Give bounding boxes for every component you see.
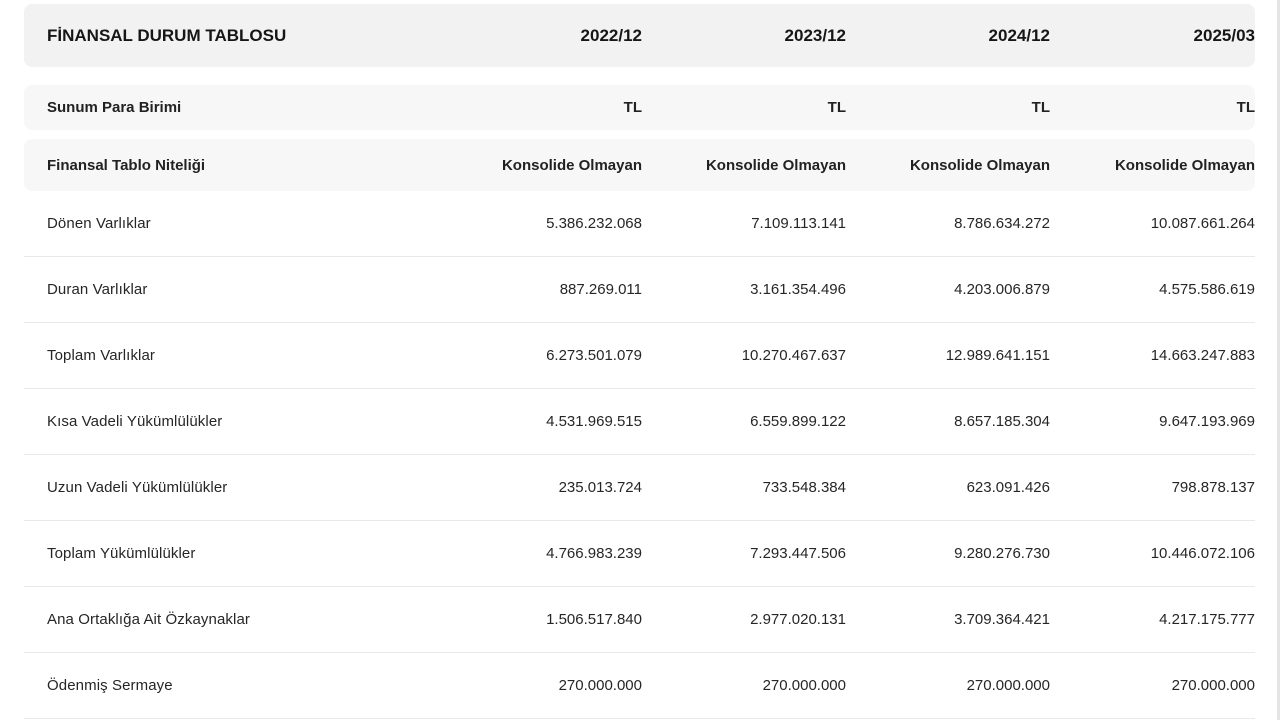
period-header-2022-12[interactable]: 2022/12 — [436, 26, 642, 46]
statement-nature-value: Konsolide Olmayan — [705, 156, 846, 174]
table-header: FİNANSAL DURUM TABLOSU 2022/12 2023/12 2… — [24, 4, 1255, 67]
table-row: Ödenmiş Sermaye 270.000.000 270.000.000 270… — [24, 653, 1255, 719]
row-value: 887.269.011 — [559, 281, 642, 298]
row-label: Uzun Vadeli Yükümlülükler — [47, 479, 228, 496]
row-value: 6.559.899.122 — [750, 413, 846, 430]
row-value: 623.091.426 — [966, 479, 1050, 496]
row-value: 798.878.137 — [1171, 479, 1255, 496]
statement-nature-label: Finansal Tablo Niteliği — [47, 156, 206, 174]
currency-value: TL — [1031, 99, 1050, 116]
table-title: FİNANSAL DURUM TABLOSU — [47, 25, 287, 45]
table-body: Dönen Varlıklar 5.386.232.068 7.109.113.14… — [24, 191, 1255, 719]
row-label: Ana Ortaklığa Ait Özkaynaklar — [47, 611, 250, 628]
row-label: Toplam Varlıklar — [47, 347, 156, 364]
statement-nature-value: Konsolide Olmayan — [909, 156, 1050, 174]
row-value: 14.663.247.883 — [1150, 347, 1255, 364]
row-value: 8.786.634.272 — [954, 215, 1050, 232]
currency-row-label: Sunum Para Birimi — [47, 99, 182, 116]
row-value: 2.977.020.131 — [750, 611, 846, 628]
currency-value: TL — [623, 99, 642, 116]
row-value: 270.000.000 — [762, 677, 846, 694]
table-row: Ana Ortaklığa Ait Özkaynaklar 1.506.517.8… — [24, 587, 1255, 653]
statement-nature-value: Konsolide Olmayan — [501, 156, 642, 174]
financial-statement-table: FİNANSAL DURUM TABLOSU 2022/12 2023/12 2… — [24, 0, 1255, 719]
row-label: Toplam Yükümlülükler — [47, 545, 196, 562]
row-value: 3.161.354.496 — [750, 281, 846, 298]
period-header-2023-12[interactable]: 2023/12 — [642, 26, 846, 46]
row-value: 6.273.501.079 — [546, 347, 642, 364]
row-value: 733.548.384 — [762, 479, 846, 496]
currency-value: TL — [1236, 99, 1255, 116]
row-value: 4.575.586.619 — [1159, 281, 1255, 298]
row-value: 9.647.193.969 — [1159, 413, 1255, 430]
table-row: Toplam Yükümlülükler 4.766.983.239 7.293.4… — [24, 521, 1255, 587]
statement-nature-value: Konsolide Olmayan — [1114, 156, 1255, 174]
row-value: 270.000.000 — [558, 677, 642, 694]
statement-nature-row: Finansal Tablo Niteliği Konsolide Olmaya… — [24, 139, 1255, 191]
row-label: Duran Varlıklar — [47, 281, 148, 298]
row-value: 270.000.000 — [1171, 677, 1255, 694]
period-header-2025-03[interactable]: 2025/03 — [1050, 26, 1255, 46]
currency-value: TL — [827, 99, 846, 116]
table-row: Duran Varlıklar 887.269.011 3.161.354.496 4… — [24, 257, 1255, 323]
row-value: 10.270.467.637 — [741, 347, 846, 364]
row-value: 9.280.276.730 — [954, 545, 1050, 562]
row-value: 4.531.969.515 — [546, 413, 642, 430]
row-value: 12.989.641.151 — [945, 347, 1050, 364]
row-value: 235.013.724 — [558, 479, 642, 496]
currency-row: Sunum Para Birimi TL TL TL TL — [24, 85, 1255, 130]
row-value: 7.109.113.141 — [751, 215, 846, 232]
row-label: Kısa Vadeli Yükümlülükler — [47, 413, 223, 430]
table-row: Toplam Varlıklar 6.273.501.079 10.270.467.… — [24, 323, 1255, 389]
table-row: Dönen Varlıklar 5.386.232.068 7.109.113.14… — [24, 191, 1255, 257]
row-value: 4.217.175.777 — [1159, 611, 1255, 628]
row-value: 10.446.072.106 — [1150, 545, 1255, 562]
row-label: Dönen Varlıklar — [47, 215, 151, 232]
row-label: Ödenmiş Sermaye — [47, 677, 173, 694]
row-value: 1.506.517.840 — [546, 611, 642, 628]
row-value: 8.657.185.304 — [954, 413, 1050, 430]
row-value: 4.766.983.239 — [546, 545, 642, 562]
period-header-2024-12[interactable]: 2024/12 — [846, 26, 1050, 46]
row-value: 7.293.447.506 — [750, 545, 846, 562]
row-value: 270.000.000 — [966, 677, 1050, 694]
row-value: 4.203.006.879 — [954, 281, 1050, 298]
table-row: Kısa Vadeli Yükümlülükler 4.531.969.515 6.… — [24, 389, 1255, 455]
table-row: Uzun Vadeli Yükümlülükler 235.013.724 733.… — [24, 455, 1255, 521]
row-value: 10.087.661.264 — [1150, 215, 1255, 232]
row-value: 5.386.232.068 — [546, 215, 642, 232]
row-value: 3.709.364.421 — [954, 611, 1050, 628]
